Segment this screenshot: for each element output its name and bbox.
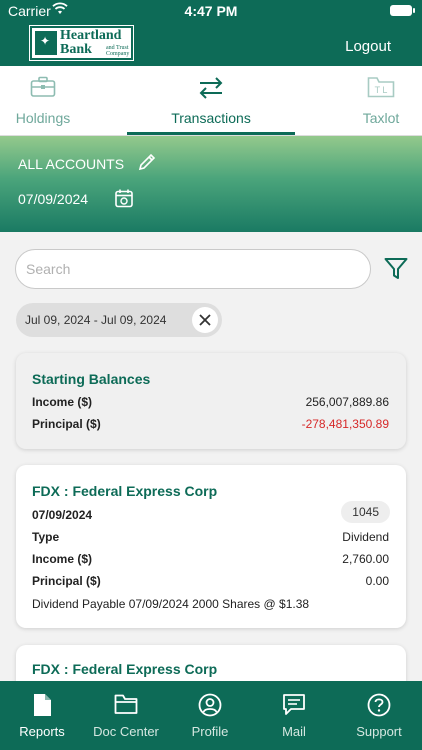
clock: 4:47 PM: [184, 3, 238, 19]
svg-text:T L: T L: [375, 85, 388, 95]
edit-accounts-pencil-icon[interactable]: [137, 152, 157, 177]
tab-holdings-label: Holdings: [15, 110, 71, 126]
selected-date: 07/09/2024: [18, 191, 89, 207]
income-value: 2,760.00: [342, 552, 389, 566]
nav-support-label: Support: [356, 724, 402, 739]
app-header: HeartlandBank and Trust Company Logout: [0, 22, 422, 66]
nav-doc-center[interactable]: Doc Center: [84, 681, 168, 750]
principal-value: 0.00: [365, 574, 389, 588]
transaction-title: FDX : Federal Express Corp: [32, 483, 218, 499]
income-label: Income ($): [32, 552, 93, 566]
bottom-navigation: Reports Doc Center Profile Mail Support: [0, 681, 422, 750]
heartland-bank-logo: HeartlandBank and Trust Company: [29, 25, 134, 61]
tab-transactions[interactable]: Transactions: [127, 66, 295, 136]
principal-value: -278,481,350.89: [301, 417, 389, 431]
date-range-filter-chip: Jul 09, 2024 - Jul 09, 2024: [16, 303, 222, 337]
logo-subtitle: and Trust Company: [106, 45, 130, 57]
type-value: Dividend: [342, 530, 389, 544]
type-label: Type: [32, 530, 60, 544]
nav-profile[interactable]: Profile: [168, 681, 252, 750]
income-label: Income ($): [32, 395, 93, 409]
principal-label: Principal ($): [32, 417, 101, 431]
tab-taxlot[interactable]: T L Taxlot: [340, 66, 422, 136]
search-input[interactable]: [26, 259, 356, 279]
account-selector-label: ALL ACCOUNTS: [18, 156, 125, 172]
folder-icon: [114, 693, 138, 718]
transaction-date: 07/09/2024: [32, 508, 93, 522]
tab-taxlot-label: Taxlot: [362, 110, 400, 126]
battery-icon: [390, 5, 415, 16]
nav-profile-label: Profile: [191, 724, 229, 739]
mail-chat-icon: [282, 693, 306, 720]
nav-reports-label: Reports: [19, 724, 65, 739]
transaction-card[interactable]: FDX : Federal Express Corp 07/09/2024 10…: [16, 465, 406, 628]
accounts-panel: ALL ACCOUNTS 07/09/2024: [0, 136, 422, 232]
calendar-icon[interactable]: [114, 188, 134, 213]
starting-balances-title: Starting Balances: [32, 371, 151, 387]
principal-label: Principal ($): [32, 574, 101, 588]
nav-reports[interactable]: Reports: [0, 681, 84, 750]
tab-holdings[interactable]: Holdings: [0, 66, 86, 136]
starting-balances-card: Starting Balances Income ($) 256,007,889…: [16, 353, 406, 449]
income-value: 256,007,889.86: [305, 395, 389, 409]
section-tabs: Holdings Transactions T L Taxlot: [0, 66, 422, 136]
briefcase-icon: [30, 76, 56, 101]
date-range-chip-label: Jul 09, 2024 - Jul 09, 2024: [25, 313, 167, 327]
search-field[interactable]: [15, 249, 371, 289]
transaction-title: FDX : Federal Express Corp: [32, 661, 218, 677]
user-circle-icon: [198, 693, 222, 720]
active-tab-indicator: [127, 132, 295, 135]
logout-button[interactable]: Logout: [345, 38, 391, 55]
filter-funnel-icon[interactable]: [383, 256, 409, 287]
nav-support[interactable]: Support: [336, 681, 422, 750]
report-icon: [32, 693, 52, 720]
help-icon: [367, 693, 391, 720]
nav-mail-label: Mail: [282, 724, 306, 739]
swap-arrows-icon: [197, 76, 225, 103]
clear-filter-close-icon[interactable]: [192, 307, 218, 333]
logo-mark-icon: [35, 31, 57, 55]
status-bar: Carrier 4:47 PM: [0, 0, 422, 22]
transaction-description: Dividend Payable 07/09/2024 2000 Shares …: [32, 597, 310, 611]
taxlot-folder-icon: T L: [367, 76, 395, 101]
tab-transactions-label: Transactions: [171, 110, 251, 126]
transaction-id-badge: 1045: [341, 501, 390, 523]
nav-mail[interactable]: Mail: [252, 681, 336, 750]
nav-doc-center-label: Doc Center: [93, 724, 159, 739]
